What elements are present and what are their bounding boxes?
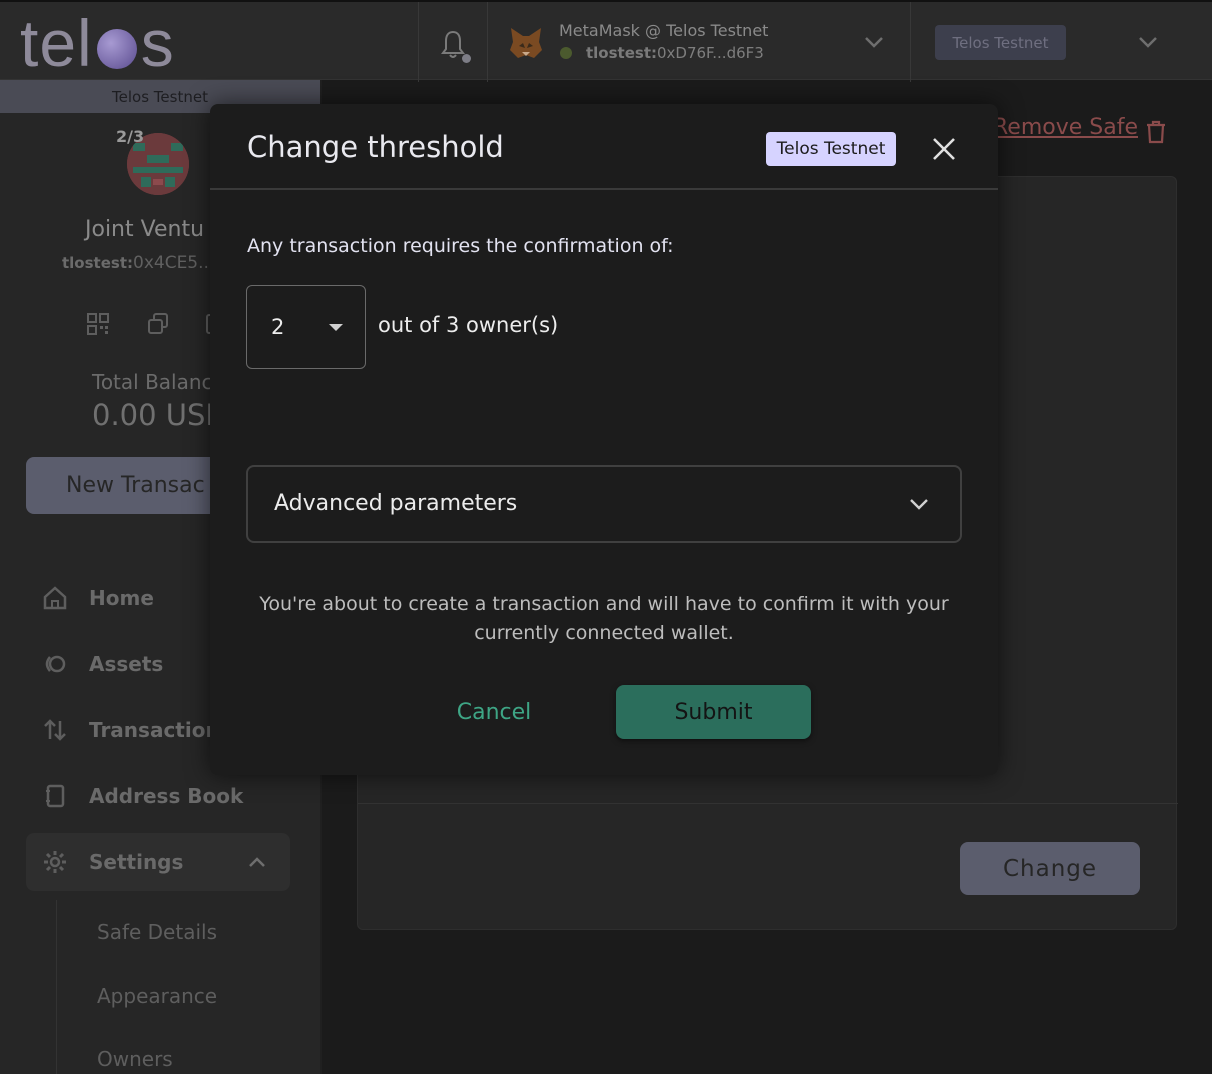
sidebar-item-label: Home [89, 586, 154, 610]
change-threshold-modal: Change threshold Telos Testnet Any trans… [210, 104, 998, 775]
remove-safe-link[interactable]: Remove Safe [993, 115, 1138, 140]
sidebar-subitem-appearance[interactable]: Appearance [97, 984, 217, 1008]
chevron-down-icon[interactable] [1136, 34, 1160, 50]
threshold-description: Any transaction requires the confirmatio… [247, 235, 674, 257]
safe-address: tlostest:0x4CE5... [62, 253, 214, 273]
new-transaction-button[interactable]: New Transac [26, 457, 236, 514]
connection-status-dot [560, 47, 572, 59]
sidebar-subitem-owners[interactable]: Owners [97, 1047, 173, 1071]
submit-button[interactable]: Submit [616, 685, 811, 739]
header-divider [910, 2, 911, 82]
chevron-up-icon [249, 857, 265, 867]
total-balance-label: Total Balanc [92, 370, 213, 394]
threshold-badge: 2/3 [116, 127, 145, 146]
header-divider [418, 2, 419, 82]
threshold-select[interactable]: 2 [246, 285, 366, 369]
advanced-parameters-accordion[interactable]: Advanced parameters [246, 465, 962, 543]
trash-icon[interactable] [1144, 119, 1168, 145]
network-selector-chip[interactable]: Telos Testnet [935, 25, 1066, 60]
sidebar-item-address-book[interactable]: Address Book [26, 767, 290, 825]
wallet-title: MetaMask @ Telos Testnet [559, 21, 769, 40]
address-book-icon [46, 784, 65, 808]
owners-count-text: out of 3 owner(s) [378, 313, 559, 337]
sidebar-item-label: Settings [89, 850, 184, 874]
network-badge: Telos Testnet [766, 132, 896, 166]
safe-name: Joint Ventu [85, 217, 205, 242]
chevron-down-icon [910, 499, 928, 510]
sidebar-subitem-safe-details[interactable]: Safe Details [97, 920, 217, 944]
card-divider [358, 803, 1178, 804]
logo-text-right: s [140, 6, 175, 80]
telos-logo[interactable]: tel s [20, 6, 175, 80]
logo-circle-icon [96, 29, 137, 69]
top-header: tel s MetaMask @ Telos Testnet tlostest: … [0, 0, 1212, 82]
wallet-address-prefix: tlostest: [586, 44, 657, 62]
sidebar-item-label: Assets [89, 652, 164, 676]
notification-dot [462, 54, 471, 63]
settings-icon [44, 851, 66, 873]
transaction-notice: You're about to create a transaction and… [259, 593, 949, 644]
copy-icon[interactable] [146, 312, 170, 336]
modal-title: Change threshold [247, 130, 504, 164]
metamask-fox-icon [510, 28, 542, 58]
change-button[interactable]: Change [960, 842, 1140, 895]
sidebar-item-label: Address Book [89, 784, 244, 808]
sidebar-item-settings[interactable]: Settings [26, 833, 290, 891]
wallet-address-row: tlostest: 0xD76F...d6F3 [560, 44, 764, 62]
threshold-select-value: 2 [271, 315, 285, 339]
modal-header: Change threshold Telos Testnet [210, 104, 998, 190]
home-icon [43, 586, 67, 610]
header-divider [487, 2, 488, 82]
safe-address-prefix: tlostest: [62, 254, 133, 272]
total-balance-value: 0.00 USD [92, 398, 228, 432]
caret-down-icon [329, 324, 343, 331]
assets-icon [45, 655, 66, 673]
logo-text-left: tel [20, 6, 93, 80]
wallet-address: 0xD76F...d6F3 [657, 44, 764, 62]
safe-address-value: 0x4CE5... [133, 253, 215, 273]
cancel-button[interactable]: Cancel [440, 685, 548, 739]
chevron-down-icon[interactable] [862, 34, 886, 50]
transactions-icon [44, 719, 66, 741]
submenu-guide-line [56, 900, 57, 1074]
close-icon[interactable] [930, 135, 958, 163]
qr-code-icon[interactable] [86, 312, 110, 336]
advanced-parameters-label: Advanced parameters [274, 491, 518, 516]
